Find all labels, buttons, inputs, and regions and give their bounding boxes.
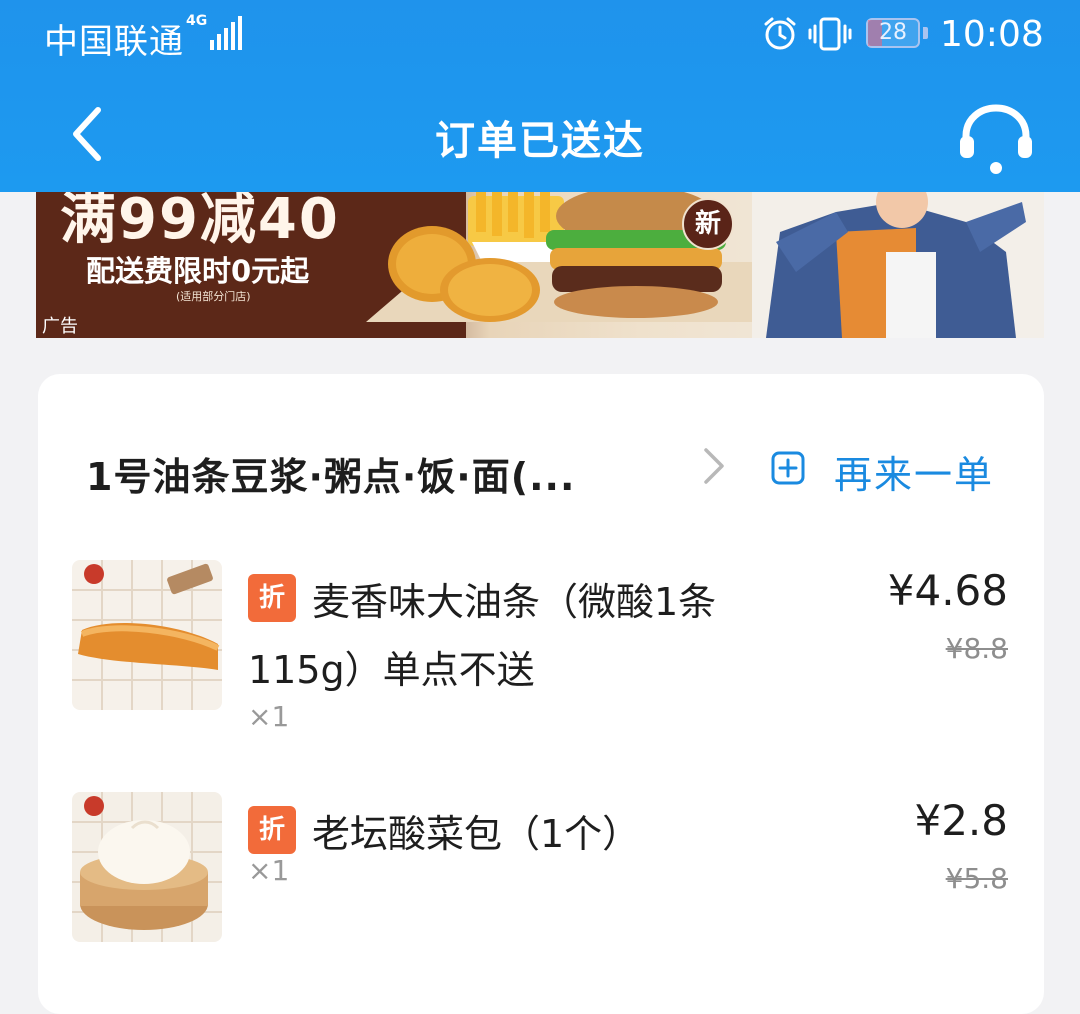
reorder-label: 再来一单: [834, 453, 995, 497]
item-name: 麦香味大油条（微酸1条115g）单点不送: [248, 580, 717, 692]
item-image[interactable]: [72, 560, 222, 710]
ad-tag: 广告: [42, 316, 78, 337]
ad-banner[interactable]: 满99减40 配送费限时0元起 (适用部分门店) 广告 新: [36, 192, 1044, 338]
alarm-icon: [764, 17, 796, 50]
fried-dough-image: [72, 560, 222, 710]
item-original-price: ¥5.8: [945, 862, 1008, 895]
order-card: 1号油条豆浆·粥点·饭·面(... 再来一单 折 麦香味大油条（微酸1条115g…: [38, 374, 1044, 1014]
order-item: 折 老坛酸菜包（1个） ×1 ¥2.8 ¥5.8: [72, 792, 1012, 952]
clock: 10:08: [940, 14, 1044, 55]
vibrate-icon: [808, 17, 852, 51]
item-quantity: ×1: [248, 854, 290, 887]
nav-bar: 订单已送达: [0, 86, 1080, 182]
item-price: ¥4.68: [887, 566, 1008, 615]
steamed-bun-image: [72, 792, 222, 942]
chevron-right-icon[interactable]: [698, 444, 728, 488]
carrier-name: 中国联通: [44, 22, 184, 62]
headset-icon[interactable]: [954, 100, 1038, 176]
signal-icon: [210, 16, 242, 50]
ad-note: (适用部分门店): [176, 290, 251, 303]
plus-square-icon: [771, 451, 805, 485]
status-bar: 中国联通 4G 28 10:08: [0, 0, 1080, 76]
ad-headline: 满99减40: [60, 192, 340, 252]
item-quantity: ×1: [248, 700, 290, 733]
battery-icon: 28: [866, 18, 920, 48]
header: 中国联通 4G 28 10:08 订单已送达: [0, 0, 1080, 192]
battery-cap: [923, 27, 928, 39]
ad-new-badge: 新: [682, 198, 734, 250]
order-item: 折 麦香味大油条（微酸1条115g）单点不送 ×1 ¥4.68 ¥8.8: [72, 560, 1012, 733]
network-type: 4G: [186, 13, 208, 29]
ad-subline: 配送费限时0元起: [86, 254, 310, 288]
item-image[interactable]: [72, 792, 222, 942]
item-price: ¥2.8: [914, 796, 1008, 845]
battery-percent: 28: [879, 20, 907, 45]
page-title: 订单已送达: [435, 118, 645, 164]
item-original-price: ¥8.8: [945, 632, 1008, 665]
store-name[interactable]: 1号油条豆浆·粥点·饭·面(...: [86, 446, 575, 501]
item-name: 老坛酸菜包（1个）: [312, 812, 641, 856]
